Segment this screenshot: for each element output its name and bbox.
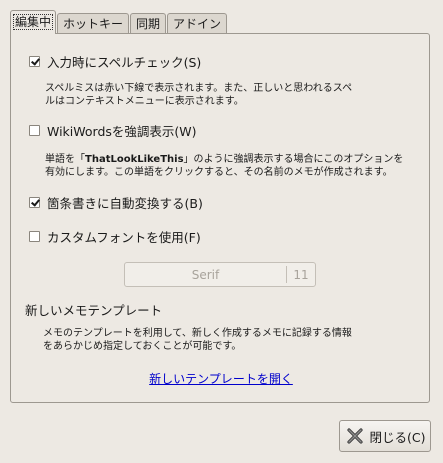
template-description: メモのテンプレートを利用して、新しく作成するメモに記録する情報 をあらかじめ指定… [43, 327, 352, 353]
preferences-window: 編集中 ホットキー 同期 アドイン 入力時にスペルチェック(S) スペルミスは赤… [0, 0, 443, 463]
tab-sync[interactable]: 同期 [130, 13, 167, 34]
open-template-link[interactable]: 新しいテンプレートを開く [11, 370, 431, 387]
wikiwords-desc-example: ThatLookLikeThis [85, 154, 184, 165]
tab-bar: 編集中 ホットキー 同期 アドイン [10, 10, 228, 34]
close-button[interactable]: 閉じる(C) [339, 420, 431, 452]
tab-hotkeys[interactable]: ホットキー [57, 13, 130, 34]
tab-addins-label: アドイン [173, 17, 222, 31]
close-icon [346, 428, 363, 444]
customfont-label: カスタムフォントを使用(F) [47, 229, 201, 245]
spellcheck-description: スペルミスは赤い下線で表示されます。また、正しいと思われるスペ ルはコンテキスト… [45, 82, 352, 108]
autobullet-label: 箇条書きに自動変換する(B) [47, 195, 203, 211]
wikiwords-description: 単語を「ThatLookLikeThis」のように強調表示する場合にこのオプショ… [45, 153, 403, 179]
wikiwords-desc-line2: 有効にします。この単語をクリックすると、その名前のメモが作成されます。 [45, 167, 393, 178]
font-picker-button[interactable]: Serif 11 [124, 262, 316, 287]
spellcheck-desc-line2: ルはコンテキストメニューに表示されます。 [45, 96, 244, 107]
spellcheck-desc-line1: スペルミスは赤い下線で表示されます。また、正しいと思われるスペ [45, 83, 353, 94]
wikiwords-label: WikiWordsを強調表示(W) [47, 123, 197, 139]
customfont-option[interactable]: カスタムフォントを使用(F) [29, 228, 201, 245]
font-name: Serif [191, 267, 220, 282]
wikiwords-desc-line1: 単語を「ThatLookLikeThis」のように強調表示する場合にこのオプショ… [45, 153, 403, 166]
spellcheck-checkbox[interactable] [29, 55, 40, 67]
tab-hotkeys-label: ホットキー [63, 17, 124, 31]
font-size: 11 [293, 267, 309, 282]
wikiwords-checkbox[interactable] [29, 124, 40, 136]
wikiwords-desc-suffix: 」のように強調表示する場合にこのオプションを [183, 154, 404, 165]
template-desc-line1: メモのテンプレートを利用して、新しく作成するメモに記録する情報 [43, 328, 352, 339]
template-section-title: 新しいメモテンプレート [25, 303, 163, 318]
tab-sync-label: 同期 [136, 17, 161, 31]
wikiwords-desc-prefix: 単語を「 [45, 154, 85, 165]
tab-editing[interactable]: 編集中 [10, 10, 57, 34]
tab-addins[interactable]: アドイン [167, 13, 228, 34]
tab-editing-label: 編集中 [12, 14, 54, 30]
autobullet-option[interactable]: 箇条書きに自動変換する(B) [29, 194, 203, 211]
customfont-checkbox[interactable] [29, 230, 40, 242]
autobullet-checkbox[interactable] [29, 196, 40, 208]
editing-panel: 入力時にスペルチェック(S) スペルミスは赤い下線で表示されます。また、正しいと… [10, 33, 430, 403]
close-button-label: 閉じる(C) [369, 429, 426, 445]
spellcheck-option[interactable]: 入力時にスペルチェック(S) [29, 53, 202, 70]
template-desc-line2: をあらかじめ指定しておくことが可能です。 [43, 341, 242, 352]
spellcheck-label: 入力時にスペルチェック(S) [47, 54, 202, 70]
wikiwords-option[interactable]: WikiWordsを強調表示(W) [29, 122, 197, 139]
